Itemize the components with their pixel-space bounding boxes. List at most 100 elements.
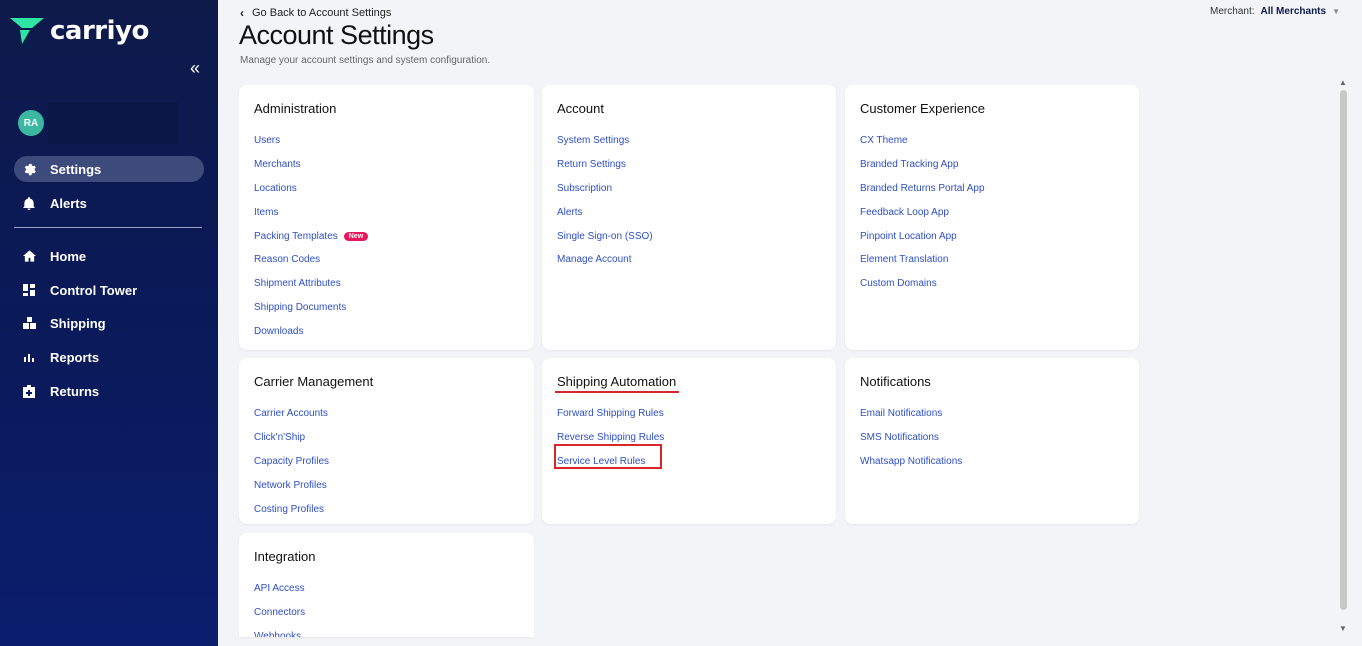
link-items[interactable]: Items	[254, 200, 368, 224]
carriyo-logo[interactable]: carriyo	[10, 16, 149, 46]
link-merchants[interactable]: Merchants	[254, 153, 368, 177]
caret-down-icon: ▼	[1332, 7, 1340, 16]
link-locations[interactable]: Locations	[254, 177, 368, 201]
scrollbar[interactable]: ▲ ▼	[1337, 78, 1351, 636]
link-sms-notifications[interactable]: SMS Notifications	[860, 426, 962, 450]
link-shipping-documents[interactable]: Shipping Documents	[254, 296, 368, 320]
link-packing-templates[interactable]: Packing Templates New	[254, 224, 369, 248]
card-customer-experience: Customer Experience CX Theme Branded Tra…	[845, 85, 1139, 350]
nav-item-label: Control Tower	[50, 282, 138, 298]
carriyo-logo-icon	[10, 18, 44, 44]
nav-item-label: Settings	[50, 161, 102, 177]
card-shipping-automation: Shipping Automation Forward Shipping Rul…	[542, 358, 836, 524]
link-email-notifications[interactable]: Email Notifications	[860, 402, 962, 426]
card-links: API Access Connectors Webhooks	[254, 577, 305, 637]
card-title: Administration	[254, 101, 337, 116]
link-custom-domains[interactable]: Custom Domains	[860, 272, 985, 296]
bar-chart-icon	[22, 350, 36, 364]
dashboard-icon	[22, 283, 36, 297]
card-title: Integration	[254, 549, 316, 564]
nav-item-label: Home	[50, 248, 87, 264]
avatar: RA	[18, 110, 44, 136]
link-branded-tracking-app[interactable]: Branded Tracking App	[860, 153, 985, 177]
page-title: Account Settings	[239, 20, 434, 50]
gear-icon	[22, 162, 36, 176]
double-chevron-left-icon[interactable]: «	[190, 58, 200, 79]
nav-item-returns[interactable]: Returns	[14, 378, 204, 404]
boxes-icon	[22, 316, 36, 330]
link-sso[interactable]: Single Sign-on (SSO)	[557, 224, 653, 248]
back-link[interactable]: ‹ Go Back to Account Settings	[240, 6, 391, 20]
card-title: Notifications	[860, 374, 931, 389]
user-profile[interactable]: RA	[18, 102, 178, 144]
brand-name: carriyo	[50, 16, 149, 46]
link-element-translation[interactable]: Element Translation	[860, 248, 985, 272]
nav-item-shipping[interactable]: Shipping	[14, 310, 204, 336]
link-shipment-attributes[interactable]: Shipment Attributes	[254, 272, 368, 296]
link-subscription[interactable]: Subscription	[557, 177, 653, 201]
card-links: Carrier Accounts Click'n'Ship Capacity P…	[254, 402, 329, 521]
link-reason-codes[interactable]: Reason Codes	[254, 248, 368, 272]
nav-item-settings[interactable]: Settings	[14, 156, 204, 182]
home-icon	[22, 249, 36, 263]
back-link-label: Go Back to Account Settings	[252, 7, 392, 19]
bell-icon	[22, 196, 36, 210]
link-click-n-ship[interactable]: Click'n'Ship	[254, 426, 329, 450]
link-pinpoint-location-app[interactable]: Pinpoint Location App	[860, 224, 985, 248]
card-title: Carrier Management	[254, 374, 374, 389]
highlight-underline	[555, 391, 679, 393]
highlight-box	[554, 444, 662, 469]
nav-item-control-tower[interactable]: Control Tower	[14, 277, 204, 303]
link-label: Packing Templates	[254, 230, 338, 242]
card-administration: Administration Users Merchants Locations…	[239, 85, 534, 350]
nav-item-home[interactable]: Home	[14, 243, 204, 269]
link-capacity-profiles[interactable]: Capacity Profiles	[254, 450, 329, 474]
card-notifications: Notifications Email Notifications SMS No…	[845, 358, 1139, 524]
merchant-label: Merchant:	[1210, 6, 1255, 17]
scroll-down-icon[interactable]: ▼	[1339, 624, 1347, 633]
nav-item-label: Shipping	[50, 315, 106, 331]
nav-divider	[14, 227, 202, 228]
sidebar: carriyo « RA Settings Alerts Home Contro…	[0, 0, 218, 646]
nav-item-reports[interactable]: Reports	[14, 344, 204, 370]
scrollbar-thumb[interactable]	[1340, 90, 1347, 610]
new-badge: New	[343, 231, 369, 241]
merchant-selector[interactable]: Merchant: All Merchants ▼	[1210, 6, 1340, 17]
merchant-value: All Merchants	[1260, 6, 1327, 17]
nav-item-alerts[interactable]: Alerts	[14, 190, 204, 216]
return-box-icon	[22, 384, 36, 398]
link-system-settings[interactable]: System Settings	[557, 129, 653, 153]
link-manage-account[interactable]: Manage Account	[557, 248, 653, 272]
link-cx-theme[interactable]: CX Theme	[860, 129, 985, 153]
chevron-left-icon: ‹	[240, 6, 244, 20]
link-connectors[interactable]: Connectors	[254, 601, 305, 625]
card-carrier-management: Carrier Management Carrier Accounts Clic…	[239, 358, 534, 524]
card-links: CX Theme Branded Tracking App Branded Re…	[860, 129, 985, 296]
card-account: Account System Settings Return Settings …	[542, 85, 836, 350]
page-subtitle: Manage your account settings and system …	[240, 55, 491, 66]
link-api-access[interactable]: API Access	[254, 577, 305, 601]
link-feedback-loop-app[interactable]: Feedback Loop App	[860, 200, 985, 224]
link-alerts[interactable]: Alerts	[557, 200, 653, 224]
scroll-up-icon[interactable]: ▲	[1339, 78, 1347, 87]
link-return-settings[interactable]: Return Settings	[557, 153, 653, 177]
link-whatsapp-notifications[interactable]: Whatsapp Notifications	[860, 450, 962, 474]
link-users[interactable]: Users	[254, 129, 368, 153]
card-links: System Settings Return Settings Subscrip…	[557, 129, 653, 272]
link-carrier-accounts[interactable]: Carrier Accounts	[254, 402, 329, 426]
nav-item-label: Alerts	[50, 195, 87, 211]
link-branded-returns-portal-app[interactable]: Branded Returns Portal App	[860, 177, 985, 201]
link-webhooks[interactable]: Webhooks	[254, 625, 305, 637]
link-network-profiles[interactable]: Network Profiles	[254, 473, 329, 497]
link-forward-shipping-rules[interactable]: Forward Shipping Rules	[557, 402, 664, 426]
card-integration: Integration API Access Connectors Webhoo…	[239, 533, 534, 637]
nav-item-label: Returns	[50, 383, 100, 399]
card-title: Customer Experience	[860, 101, 985, 116]
user-name-redacted	[48, 102, 178, 144]
main-content: ‹ Go Back to Account Settings Account Se…	[218, 0, 1362, 646]
nav-item-label: Reports	[50, 349, 100, 365]
link-costing-profiles[interactable]: Costing Profiles	[254, 497, 329, 521]
link-downloads[interactable]: Downloads	[254, 319, 368, 343]
card-title: Account	[557, 101, 604, 116]
card-links: Email Notifications SMS Notifications Wh…	[860, 402, 962, 473]
